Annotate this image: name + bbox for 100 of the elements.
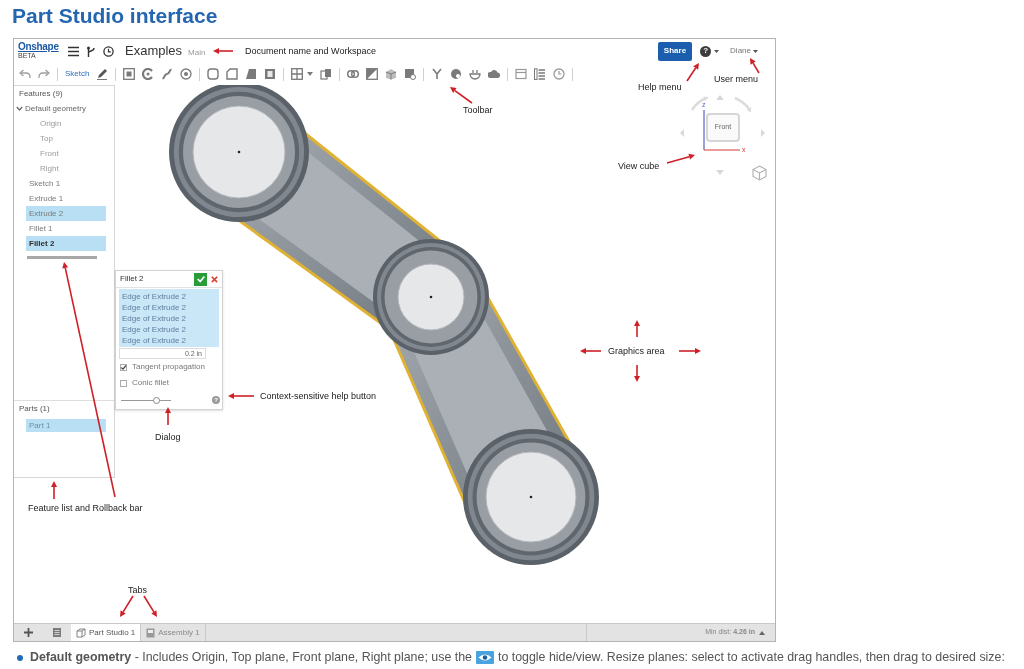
checkbox[interactable]: [120, 363, 127, 371]
close-icon[interactable]: [211, 275, 218, 283]
pointer-arrow: [51, 481, 57, 500]
panel-icon[interactable]: [515, 68, 528, 80]
eye-icon[interactable]: [475, 651, 494, 664]
branch-icon[interactable]: [86, 45, 96, 57]
dialog-title: Fillet 2: [120, 273, 144, 285]
list-icon[interactable]: [534, 68, 547, 80]
callout-label: User menu: [714, 74, 758, 84]
hollow-square-icon[interactable]: [264, 68, 277, 80]
feature-item[interactable]: Extrude 1: [26, 191, 106, 206]
grid-icon[interactable]: [291, 68, 304, 80]
open-box-icon[interactable]: [385, 68, 398, 80]
ring-icon[interactable]: [142, 68, 155, 80]
document-tab[interactable]: Assembly 1: [141, 624, 206, 641]
z-axis-line: [703, 109, 705, 151]
pointer-arrow: [634, 320, 640, 338]
pointer-arrow: [165, 407, 171, 426]
feature-item[interactable]: Origin: [26, 116, 106, 131]
callout-label: Context-sensitive help button: [260, 391, 377, 401]
workspace-name[interactable]: Main: [188, 47, 206, 58]
caret-icon[interactable]: [714, 49, 720, 53]
feature-item[interactable]: Right: [26, 161, 106, 176]
checkbox[interactable]: [120, 379, 127, 387]
box-outline-icon: [76, 627, 86, 638]
dotted-disc-icon[interactable]: [450, 68, 463, 80]
panel-title: Features (9): [18, 88, 64, 100]
pointer-arrow: [750, 58, 760, 74]
selection-list[interactable]: Edge of Extrude 2 Edge of Extrude 2 Edge of Extrude 2 Edge of Extrude 2 Edge of Extrude 2: [119, 289, 219, 347]
share-button[interactable]: Share: [657, 41, 693, 61]
caret-icon[interactable]: [307, 72, 314, 76]
framed-block-icon: [146, 627, 156, 638]
caret-icon: [753, 49, 758, 53]
redo-icon[interactable]: [38, 68, 50, 80]
feature-item[interactable]: Top: [26, 131, 106, 146]
selection-item[interactable]: Edge of Extrude 2: [122, 302, 216, 313]
document-name[interactable]: Examples: [125, 43, 183, 59]
callout-label: Tabs: [128, 585, 147, 595]
selection-item[interactable]: Edge of Extrude 2: [122, 335, 216, 346]
callout-label: Feature list and Rollback bar: [28, 503, 143, 513]
feature-item[interactable]: Front: [26, 146, 106, 161]
selection-item[interactable]: Edge of Extrude 2: [122, 313, 216, 324]
caret-up-icon[interactable]: [759, 630, 765, 635]
list-icon: [53, 628, 61, 637]
feature-item[interactable]: Sketch 1: [26, 176, 106, 191]
checkbox-label: Tangent propagation: [132, 361, 205, 373]
half-filled-square-icon[interactable]: [366, 68, 379, 80]
bullet-icon: [17, 654, 23, 661]
pointer-arrow: [120, 595, 134, 617]
logo-text[interactable]: Onshape: [18, 42, 59, 52]
feature-item[interactable]: Extrude 2: [26, 206, 106, 221]
overlapping-squares-icon[interactable]: [320, 68, 333, 80]
undo-icon[interactable]: [19, 68, 31, 80]
feature-item[interactable]: Fillet 2: [26, 236, 106, 251]
pointer-arrow: [143, 595, 157, 617]
pointer-arrow: [580, 348, 602, 354]
selection-item[interactable]: Edge of Extrude 2: [122, 291, 216, 302]
callout-label: Toolbar: [463, 105, 493, 115]
help-button[interactable]: ?: [700, 45, 712, 57]
square-badge-icon[interactable]: [404, 68, 417, 80]
wedge-icon[interactable]: [245, 68, 258, 80]
slider-thumb[interactable]: [152, 396, 160, 404]
cube-icon[interactable]: [752, 165, 767, 181]
user-menu-button[interactable]: Diane: [730, 45, 758, 57]
plus-icon: [24, 628, 33, 637]
callout-label: Graphics area: [608, 346, 665, 356]
chevron-down-icon[interactable]: [16, 106, 23, 111]
slider-track[interactable]: [121, 396, 171, 404]
callout-label: View cube: [618, 161, 660, 171]
sketch-button[interactable]: Sketch: [65, 70, 90, 78]
pencil-icon[interactable]: [96, 68, 109, 80]
bowl-icon[interactable]: [469, 68, 482, 80]
fork-icon[interactable]: [431, 68, 444, 80]
check-icon: [195, 274, 206, 284]
pointer-arrow: [450, 87, 473, 104]
caption-text: Default geometry - Includes Origin, Top plane, Front plane, Right plane; use the to toggle hide/view. Resize planes: select to activate drag handles, then drag to desired size:: [30, 650, 1005, 665]
cloud-icon[interactable]: [488, 68, 501, 80]
square-in-square-icon[interactable]: [123, 68, 136, 80]
curved-arrow-icon[interactable]: [690, 96, 709, 111]
confirm-button[interactable]: [194, 272, 207, 286]
menu-icon[interactable]: [68, 45, 79, 57]
page-title: Part Studio interface: [12, 3, 218, 28]
x-axis-line: [703, 149, 741, 151]
add-tab-button[interactable]: [24, 628, 33, 637]
tab-list-button[interactable]: [53, 628, 61, 637]
overlapping-rings-icon[interactable]: [347, 68, 360, 80]
selection-item[interactable]: Edge of Extrude 2: [122, 324, 216, 335]
clock-icon[interactable]: [103, 45, 114, 57]
part-item[interactable]: Part 1: [26, 419, 106, 432]
curve-icon[interactable]: [161, 68, 174, 80]
pointer-arrow: [666, 153, 695, 164]
pointer-arrow: [678, 348, 701, 354]
rounded-square-icon[interactable]: [207, 68, 220, 80]
panel-title: Parts (1): [18, 403, 51, 415]
document-tab[interactable]: Part Studio 1: [71, 624, 142, 641]
circle-icon[interactable]: [180, 68, 193, 80]
pointer-arrow: [634, 364, 640, 382]
feature-item[interactable]: Fillet 1: [26, 221, 106, 236]
callout-label: Help menu: [638, 82, 682, 92]
feature-item[interactable]: Default geometry: [16, 101, 106, 116]
